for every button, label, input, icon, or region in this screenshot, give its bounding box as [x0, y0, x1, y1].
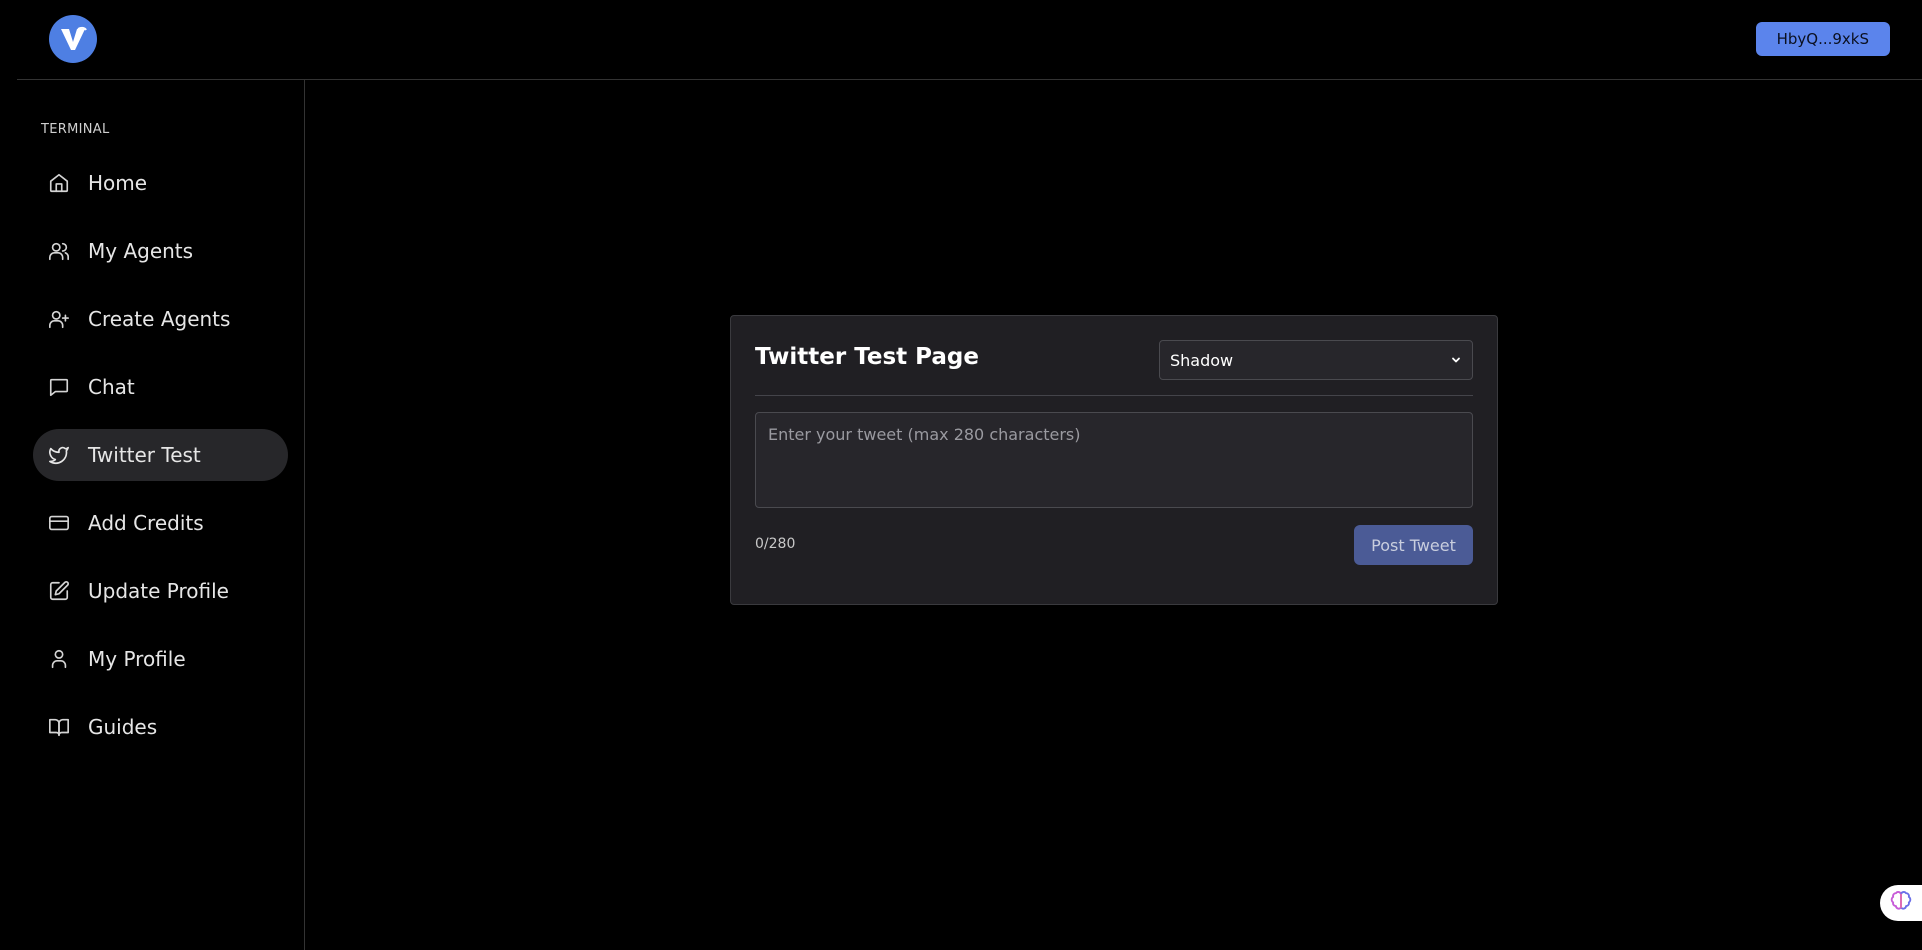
card-divider [755, 395, 1473, 396]
agent-select-value: Shadow [1170, 350, 1234, 370]
app: HbyQ...9xkS TERMINAL Home My Agents Crea… [0, 0, 1922, 950]
twitter-test-card: Twitter Test Page Shadow 0/280 Post Twee… [730, 315, 1498, 605]
sidebar-item-label: Create Agents [88, 307, 231, 331]
wallet-button[interactable]: HbyQ...9xkS [1755, 22, 1890, 56]
credit-card-icon [47, 511, 71, 535]
post-tweet-button[interactable]: Post Tweet [1354, 525, 1473, 565]
user-icon [47, 647, 71, 671]
chevron-down-icon [1450, 351, 1462, 370]
book-icon [47, 715, 71, 739]
agent-select[interactable]: Shadow [1159, 340, 1473, 380]
tweet-input[interactable] [755, 412, 1473, 508]
sidebar-item-label: Chat [88, 375, 135, 399]
brain-icon [1890, 890, 1912, 916]
card-title: Twitter Test Page [755, 344, 979, 370]
sidebar-section-label: TERMINAL [41, 122, 110, 137]
logo[interactable] [49, 15, 97, 63]
chat-icon [47, 375, 71, 399]
sidebar-item-create-agents[interactable]: Create Agents [33, 293, 288, 345]
home-icon [47, 171, 71, 195]
sidebar-item-label: Update Profile [88, 579, 229, 603]
top-header: HbyQ...9xkS [17, 0, 1922, 80]
twitter-icon [47, 443, 71, 467]
sidebar-item-label: Guides [88, 715, 158, 739]
sidebar-item-home[interactable]: Home [33, 157, 288, 209]
users-icon [47, 239, 71, 263]
user-plus-icon [47, 307, 71, 331]
sidebar: TERMINAL Home My Agents Create Agents Ch… [17, 80, 305, 950]
sidebar-item-chat[interactable]: Chat [33, 361, 288, 413]
sidebar-item-twitter-test[interactable]: Twitter Test [33, 429, 288, 481]
sidebar-item-label: My Agents [88, 239, 194, 263]
logo-v-icon [61, 26, 87, 50]
sidebar-item-guides[interactable]: Guides [33, 701, 288, 753]
character-counter: 0/280 [755, 536, 796, 552]
sidebar-item-my-agents[interactable]: My Agents [33, 225, 288, 277]
floating-assistant-button[interactable] [1880, 885, 1922, 921]
sidebar-item-label: My Profile [88, 647, 186, 671]
edit-icon [47, 579, 71, 603]
sidebar-item-add-credits[interactable]: Add Credits [33, 497, 288, 549]
sidebar-item-label: Add Credits [88, 511, 204, 535]
sidebar-item-label: Home [88, 171, 148, 195]
sidebar-item-label: Twitter Test [88, 443, 201, 467]
sidebar-item-my-profile[interactable]: My Profile [33, 633, 288, 685]
sidebar-nav: Home My Agents Create Agents Chat Twitte… [33, 157, 288, 769]
sidebar-item-update-profile[interactable]: Update Profile [33, 565, 288, 617]
